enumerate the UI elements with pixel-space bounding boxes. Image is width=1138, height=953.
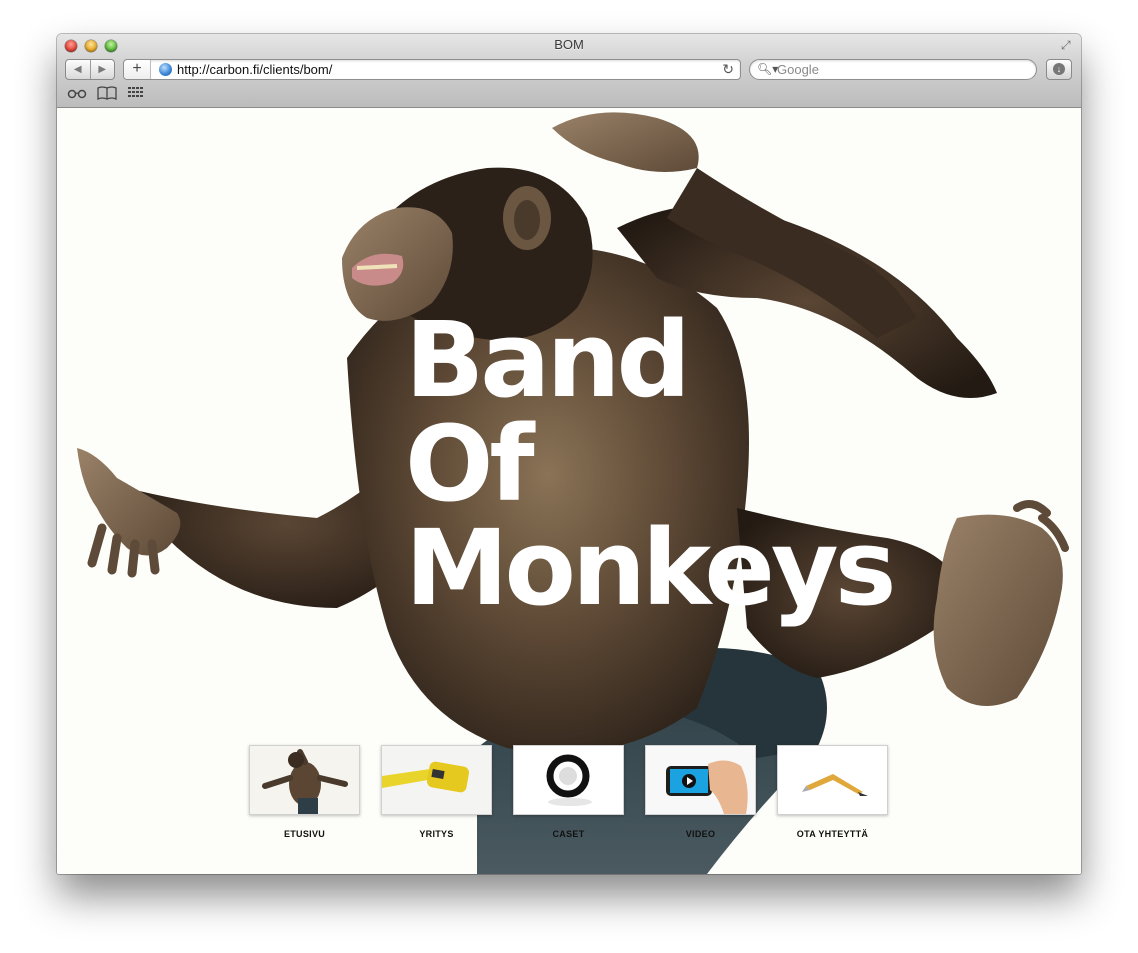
reading-list-icon[interactable] [67, 86, 87, 102]
browser-window: BOM ⤢ ◀ ▶ + http://carbon.fi/clients/bom… [57, 34, 1081, 874]
search-placeholder: Google [777, 62, 819, 77]
download-icon: ↓ [1053, 63, 1065, 75]
browser-toolbar: BOM ⤢ ◀ ▶ + http://carbon.fi/clients/bom… [57, 34, 1081, 108]
downloads-button[interactable]: ↓ [1046, 59, 1072, 80]
url-text[interactable]: http://carbon.fi/clients/bom/ [177, 62, 332, 77]
globe-icon [159, 63, 172, 76]
window-title: BOM [554, 37, 584, 52]
bookmarks-icon[interactable] [97, 86, 117, 102]
nav-item-etusivu[interactable]: ETUSIVU [249, 745, 360, 839]
top-sites-icon[interactable] [128, 86, 144, 102]
hero-line-of: Of [405, 403, 535, 525]
forward-button[interactable]: ▶ [89, 60, 115, 79]
nav-label: OTA YHTEYTTÄ [796, 829, 869, 839]
address-bar[interactable]: + http://carbon.fi/clients/bom/ ↻ [123, 59, 741, 80]
nav-item-yritys[interactable]: YRITYS [381, 745, 492, 839]
nav-label: VIDEO [685, 829, 716, 839]
tape-measure-thumbnail-icon[interactable] [381, 745, 492, 815]
fullscreen-icon[interactable]: ⤢ [1061, 38, 1075, 52]
back-button[interactable]: ◀ [66, 60, 90, 79]
reload-icon[interactable]: ↻ [722, 61, 734, 78]
nav-item-ota-yhteytta[interactable]: OTA YHTEYTTÄ [777, 745, 888, 839]
monkey-thumbnail-icon[interactable] [249, 745, 360, 815]
pencil-thumbnail-icon[interactable] [777, 745, 888, 815]
back-forward-group: ◀ ▶ [65, 59, 115, 80]
hero-line-monkeys: Monkeys [405, 507, 897, 629]
search-field[interactable]: 🔍︎▾ Google [749, 59, 1037, 80]
nav-item-caset[interactable]: CASET [513, 745, 624, 839]
phone-video-thumbnail-icon[interactable] [645, 745, 756, 815]
search-icon: 🔍︎▾ [757, 62, 779, 76]
hero-title: Band Of Monkeys [405, 299, 897, 629]
bottom-navigation: ETUSIVU YRITYS CASET VIDEO OTA YHTEYTTÄ [249, 745, 888, 839]
nav-label: ETUSIVU [283, 829, 326, 839]
ring-thumbnail-icon[interactable] [513, 745, 624, 815]
nav-label: YRITYS [419, 829, 454, 839]
hero-line-band: Band [405, 299, 691, 421]
nav-label: CASET [552, 829, 585, 839]
web-page: Band Of Monkeys ETUSIVU YRITYS CASET VID… [57, 108, 1081, 874]
nav-item-video[interactable]: VIDEO [645, 745, 756, 839]
add-bookmark-button[interactable]: + [124, 60, 151, 79]
